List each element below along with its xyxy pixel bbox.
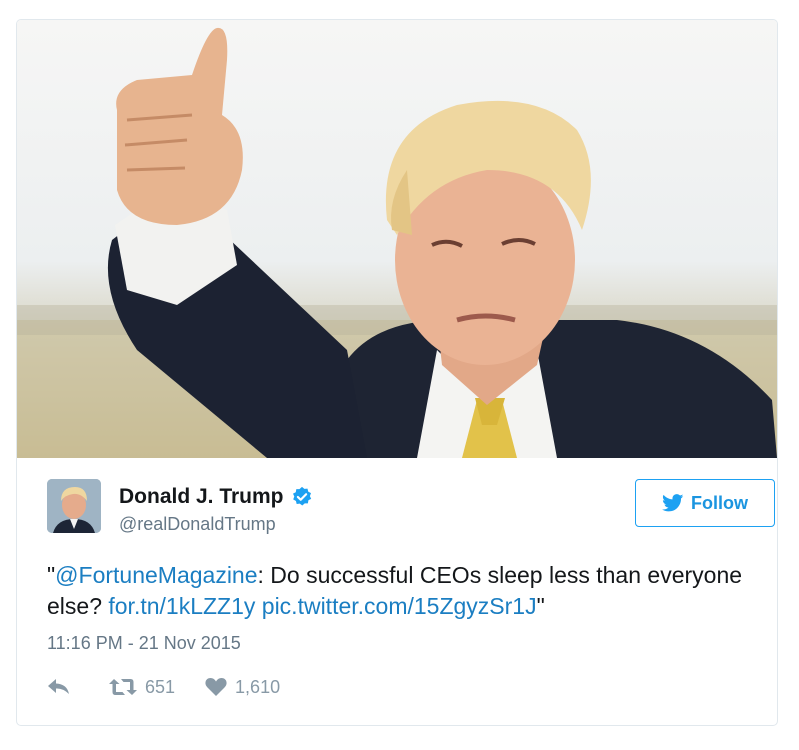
pic-link[interactable]: pic.twitter.com/15ZgyzSr1J bbox=[262, 593, 537, 619]
photo-illustration bbox=[17, 27, 777, 458]
tweet-text: "@FortuneMagazine: Do successful CEOs sl… bbox=[47, 560, 747, 622]
tweet-card: Donald J. Trump @realDonaldTrump Follow … bbox=[16, 19, 778, 726]
author-name[interactable]: Donald J. Trump bbox=[119, 485, 284, 509]
heart-icon bbox=[205, 678, 227, 696]
tweet-header: Donald J. Trump @realDonaldTrump Follow bbox=[47, 479, 775, 539]
retweet-button[interactable]: 651 bbox=[109, 677, 175, 698]
tweet-actions: 651 1,610 bbox=[47, 672, 310, 702]
retweet-count: 651 bbox=[145, 676, 176, 697]
follow-button-label: Follow bbox=[691, 492, 748, 513]
retweet-icon bbox=[109, 679, 137, 695]
open-quote: " bbox=[47, 562, 56, 588]
article-link[interactable]: for.tn/1kLZZ1y bbox=[108, 593, 255, 619]
close-quote: " bbox=[536, 593, 545, 619]
bird-icon bbox=[662, 494, 684, 512]
avatar[interactable] bbox=[47, 479, 101, 533]
like-button[interactable]: 1,610 bbox=[205, 677, 280, 698]
tweet-timestamp[interactable]: 11:16 PM - 21 Nov 2015 bbox=[47, 633, 241, 654]
mention-link[interactable]: @FortuneMagazine bbox=[55, 562, 257, 588]
reply-button[interactable] bbox=[47, 678, 79, 696]
reply-icon bbox=[48, 679, 69, 694]
avatar-image bbox=[47, 479, 101, 533]
author-name-row: Donald J. Trump bbox=[119, 485, 313, 509]
verified-badge-icon bbox=[292, 486, 311, 506]
follow-button[interactable]: Follow bbox=[635, 479, 775, 527]
like-count: 1,610 bbox=[235, 676, 281, 697]
author-handle[interactable]: @realDonaldTrump bbox=[119, 514, 276, 535]
tweet-photo[interactable] bbox=[17, 20, 777, 458]
